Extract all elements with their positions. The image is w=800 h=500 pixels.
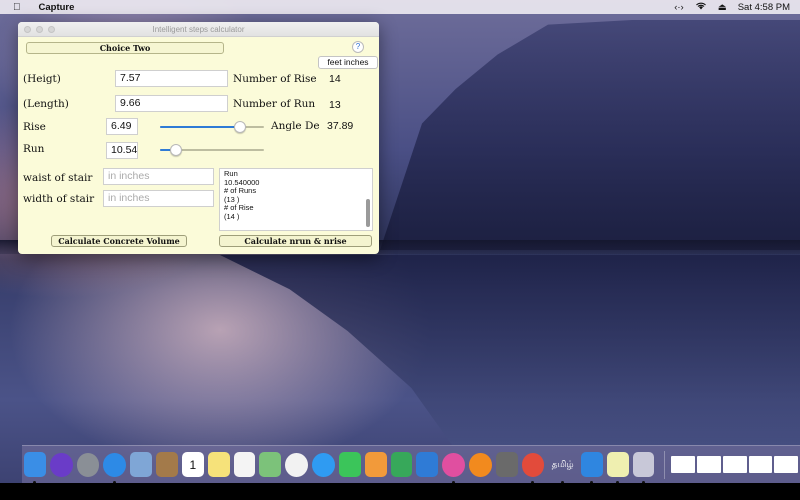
- dock-item-maps[interactable]: [259, 452, 282, 477]
- unit-toggle-button[interactable]: feet inches: [318, 56, 378, 69]
- minimized-window-3[interactable]: [748, 456, 773, 473]
- height-label: (Heigt): [23, 73, 61, 85]
- length-label: (Length): [23, 98, 69, 110]
- dock-item-chrome[interactable]: [521, 452, 545, 484]
- rise-label: Rise: [23, 121, 46, 133]
- height-input[interactable]: 7.57: [115, 70, 228, 87]
- rise-input[interactable]: 6.49: [106, 118, 138, 135]
- results-line: # of Runs: [224, 186, 257, 196]
- number-of-run-value: 13: [329, 99, 341, 111]
- dock-item-contacts[interactable]: [156, 452, 178, 477]
- tamil-text-icon: தமிழ்: [551, 458, 574, 469]
- run-slider-knob[interactable]: [169, 144, 182, 156]
- run-slider[interactable]: [160, 144, 264, 156]
- dock-item-finder[interactable]: [24, 452, 46, 484]
- dock-item-photos[interactable]: [285, 452, 309, 477]
- menu-bar:  Capture ‹·› ⏏ Sat 4:58 PM: [0, 0, 800, 14]
- angle-value: 37.89: [327, 120, 354, 132]
- width-input[interactable]: in inches: [103, 190, 214, 207]
- zoom-button[interactable]: [48, 26, 55, 33]
- wallpaper-reflection: [220, 255, 800, 445]
- eject-icon[interactable]: ⏏: [718, 2, 727, 13]
- dock-item-keynote[interactable]: [416, 452, 439, 477]
- dock-item-java[interactable]: [632, 452, 655, 484]
- dock-item-pages[interactable]: [364, 452, 387, 477]
- minimized-window-1[interactable]: [697, 456, 721, 473]
- rise-slider-knob[interactable]: [234, 121, 247, 133]
- dock-item-siri[interactable]: [49, 452, 73, 477]
- help-button[interactable]: ?: [352, 41, 364, 53]
- dock-item-compass[interactable]: [103, 452, 127, 484]
- rise-slider-fill: [160, 126, 241, 128]
- minimize-button[interactable]: [36, 26, 43, 33]
- wallpaper-mountain: [380, 20, 800, 250]
- calendar-icon: 1: [189, 457, 197, 472]
- dock-item-tamil-text[interactable]: தமிழ்: [548, 452, 576, 484]
- dock-item-rocket[interactable]: [76, 452, 100, 477]
- results-line: # of Rise: [224, 203, 254, 213]
- dock-item-gear[interactable]: [495, 452, 518, 477]
- downloads-stack[interactable]: [671, 456, 696, 473]
- calculate-nrun-nrise-button[interactable]: Calculate nrun & nrise: [219, 235, 372, 247]
- screen-bottom-edge: [0, 483, 800, 500]
- minimized-window-4[interactable]: [774, 456, 799, 473]
- minimized-window-2[interactable]: [722, 456, 747, 473]
- title-bar[interactable]: Intelligent steps calculator: [18, 22, 379, 37]
- calculator-window: Intelligent steps calculator Choice Two …: [18, 22, 379, 254]
- dock-item-numbers[interactable]: [390, 452, 413, 477]
- apple-menu-icon[interactable]: : [13, 2, 21, 13]
- waist-label: waist of stair: [23, 172, 93, 184]
- dock-item-books[interactable]: [468, 452, 492, 477]
- dock-item-calendar[interactable]: 1: [181, 452, 204, 477]
- results-scrollbar[interactable]: [366, 199, 370, 227]
- dock-item-facetime[interactable]: [338, 452, 361, 477]
- code-brackets-icon[interactable]: ‹·›: [674, 2, 684, 13]
- dock-item-stairs-app[interactable]: [606, 452, 629, 484]
- run-label: Run: [23, 143, 45, 155]
- calculate-concrete-volume-button[interactable]: Calculate Concrete Volume: [51, 235, 187, 247]
- choice-button[interactable]: Choice Two: [26, 42, 224, 54]
- results-line: (14 ): [224, 211, 240, 221]
- width-label: width of stair: [23, 193, 95, 205]
- dock-item-hammer[interactable]: [580, 452, 603, 484]
- angle-label: Angle De: [271, 120, 320, 132]
- number-of-run-label: Number of Run: [233, 98, 316, 110]
- dock: 1 தமிழ்: [22, 445, 800, 484]
- close-button[interactable]: [24, 26, 31, 33]
- dock-item-reminders[interactable]: [233, 452, 256, 477]
- dock-item-notes[interactable]: [207, 452, 230, 477]
- menu-clock[interactable]: Sat 4:58 PM: [738, 2, 790, 13]
- dock-item-preview[interactable]: [130, 452, 153, 477]
- status-area: ‹·› ⏏ Sat 4:58 PM: [674, 1, 790, 13]
- wifi-icon[interactable]: [695, 1, 707, 13]
- waist-input[interactable]: in inches: [103, 168, 214, 185]
- dock-item-messages[interactable]: [312, 452, 335, 477]
- run-input[interactable]: 10.54: [106, 142, 138, 159]
- number-of-rise-value: 14: [329, 73, 341, 85]
- number-of-rise-label: Number of Rise: [233, 73, 317, 85]
- results-textarea[interactable]: Run 10.540000 # of Runs (13 ) # of Rise …: [219, 168, 373, 231]
- window-title: Intelligent steps calculator: [152, 25, 245, 34]
- app-menu[interactable]: Capture: [39, 2, 75, 13]
- length-input[interactable]: 9.66: [115, 95, 228, 112]
- dock-item-music[interactable]: [442, 452, 465, 484]
- dock-separator: [664, 450, 666, 479]
- rise-slider[interactable]: [160, 121, 264, 133]
